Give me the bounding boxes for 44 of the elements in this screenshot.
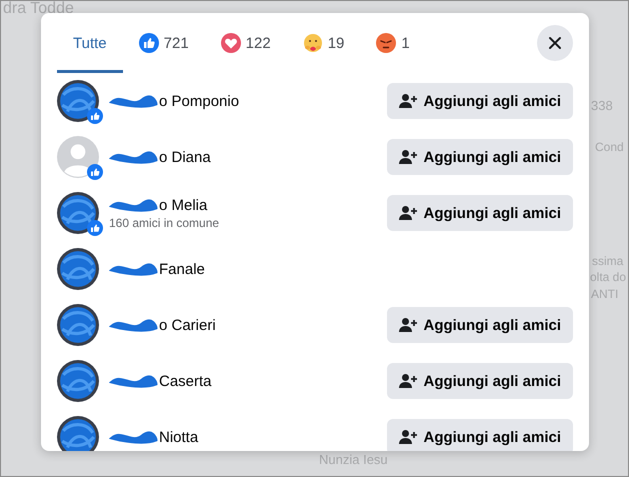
redaction-scribble	[109, 94, 159, 108]
add-friend-button[interactable]: Aggiungi agli amici	[387, 83, 573, 119]
add-friend-button[interactable]: Aggiungi agli amici	[387, 139, 573, 175]
angry-emoji-icon	[376, 33, 396, 53]
add-friend-button[interactable]: Aggiungi agli amici	[387, 195, 573, 231]
close-button[interactable]	[537, 25, 573, 61]
add-friend-button[interactable]: Aggiungi agli amici	[387, 363, 573, 399]
person-name[interactable]: o Melia	[159, 196, 208, 214]
add-person-icon	[399, 205, 418, 221]
add-person-icon	[399, 429, 418, 445]
hugging-emoji-icon	[302, 33, 323, 53]
person-name[interactable]: o Diana	[159, 148, 211, 166]
person-name[interactable]: Caserta	[159, 372, 212, 390]
add-friend-button[interactable]: Aggiungi agli amici	[387, 419, 573, 451]
thumbs-up-icon	[138, 33, 159, 53]
reaction-tab[interactable]: 19	[286, 13, 360, 73]
redaction-scribble	[109, 374, 159, 388]
redaction-scribble	[109, 318, 159, 332]
redaction-scribble	[109, 430, 159, 444]
add-person-icon	[399, 149, 418, 165]
avatar[interactable]	[57, 192, 99, 234]
person-name[interactable]: Fanale	[159, 260, 205, 278]
add-person-icon	[399, 317, 418, 333]
add-person-icon	[399, 93, 418, 109]
person-name[interactable]: o Pomponio	[159, 92, 240, 110]
reaction-tab[interactable]: Tutte	[57, 13, 123, 73]
redaction-scribble	[109, 198, 159, 212]
add-friend-button[interactable]: Aggiungi agli amici	[387, 307, 573, 343]
reaction-tab[interactable]: 721	[122, 13, 205, 73]
avatar[interactable]	[57, 416, 99, 451]
add-person-icon	[399, 373, 418, 389]
avatar[interactable]	[57, 304, 99, 346]
avatar[interactable]	[57, 80, 99, 122]
avatar[interactable]	[57, 360, 99, 402]
person-name[interactable]: o Carieri	[159, 316, 216, 334]
redaction-scribble	[109, 262, 159, 276]
reaction-tab[interactable]: 1	[360, 13, 426, 73]
close-icon	[547, 35, 563, 51]
redaction-scribble	[109, 150, 159, 164]
person-name[interactable]: Niotta	[159, 428, 198, 446]
mutual-friends-text: 160 amici in comune	[109, 216, 220, 230]
avatar[interactable]	[57, 248, 99, 290]
reaction-tab[interactable]: 122	[204, 13, 287, 73]
avatar-placeholder[interactable]	[57, 136, 99, 178]
